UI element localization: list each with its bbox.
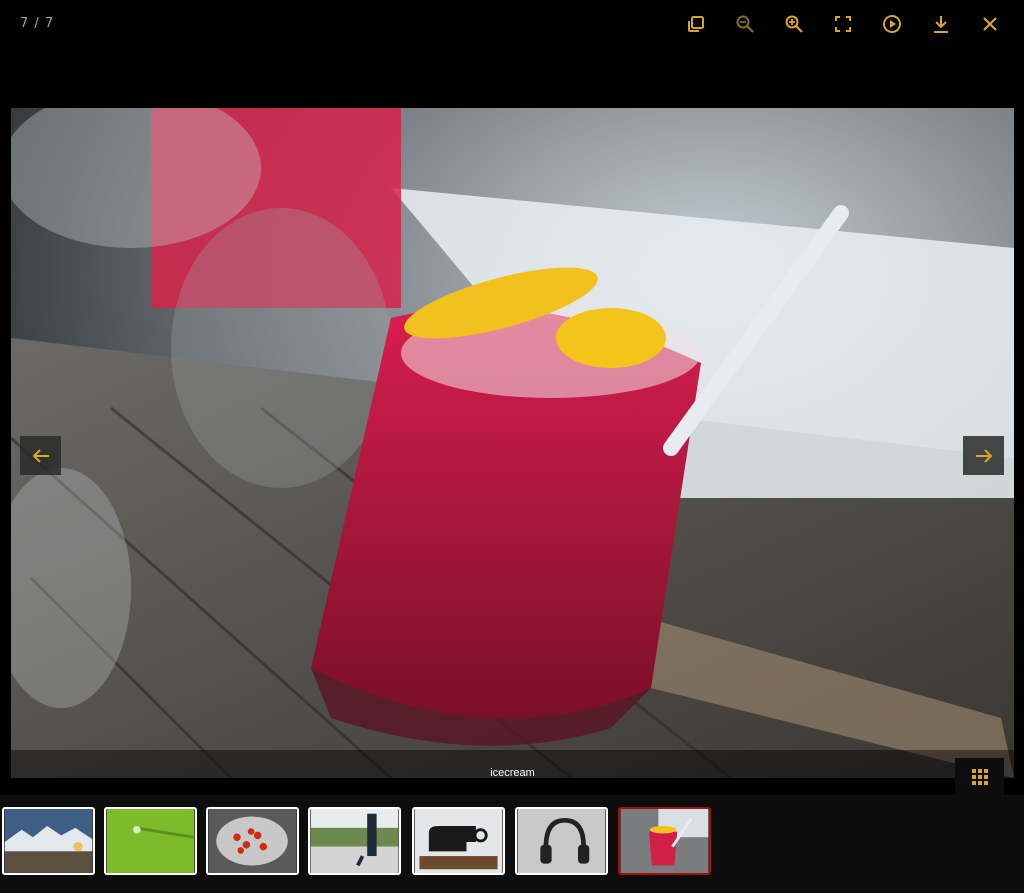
zoom-in-button[interactable] (769, 10, 818, 38)
slideshow-play-button[interactable] (867, 10, 916, 38)
next-image-button[interactable] (963, 436, 1004, 475)
fullscreen-button[interactable] (818, 10, 867, 38)
mountains-lake-image (4, 809, 93, 873)
park-walking-image (310, 809, 399, 873)
berries-bowl-image (208, 809, 297, 873)
zoom-out-icon (736, 15, 754, 33)
headphones-thumbnail[interactable] (515, 807, 608, 875)
close-icon (982, 17, 997, 31)
sewing-machine-thumbnail[interactable] (412, 807, 505, 875)
icecream-thumbnail[interactable] (618, 807, 711, 875)
arrow-left-icon (32, 448, 49, 463)
download-button[interactable] (916, 10, 965, 38)
copy-button[interactable] (671, 10, 720, 38)
park-walking-thumbnail[interactable] (308, 807, 401, 875)
arrow-right-icon (975, 448, 992, 463)
caption-bar: icecream (11, 750, 1014, 778)
zoom-out-button[interactable] (720, 10, 769, 38)
play-icon (882, 15, 901, 33)
zoom-in-icon (785, 15, 803, 33)
icecream-photo (11, 108, 1014, 778)
icecream-image (620, 809, 709, 873)
thumbnail-strip (0, 795, 1024, 893)
berries-bowl-thumbnail[interactable] (206, 807, 299, 875)
download-icon (933, 16, 948, 33)
viewer-toolbar (671, 10, 1014, 38)
copy-icon (687, 16, 704, 32)
thumbnail-grid-toggle-button[interactable] (955, 758, 1004, 796)
image-counter: 7 / 7 (20, 16, 55, 31)
image-caption: icecream (490, 767, 535, 778)
green-leaf-drop-thumbnail[interactable] (104, 807, 197, 875)
grid-icon (971, 769, 988, 785)
mountains-lake-thumbnail[interactable] (2, 807, 95, 875)
previous-image-button[interactable] (20, 436, 61, 475)
fullscreen-icon (834, 16, 851, 32)
close-button[interactable] (965, 10, 1014, 38)
headphones-image (517, 809, 606, 873)
main-image: icecream (11, 108, 1014, 778)
sewing-machine-image (414, 809, 503, 873)
green-leaf-image (106, 809, 195, 873)
